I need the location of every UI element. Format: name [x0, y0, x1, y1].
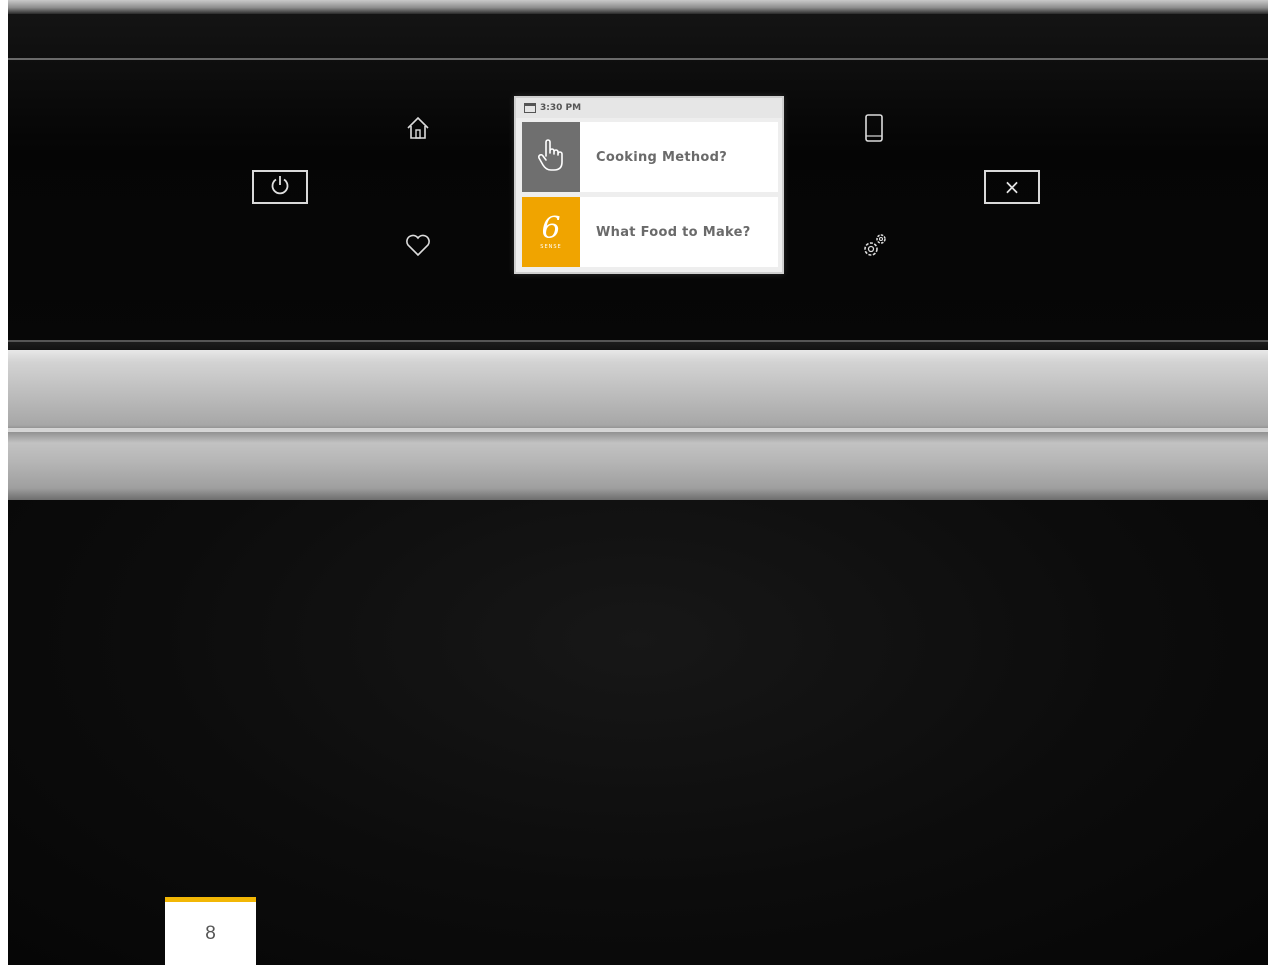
heart-icon	[404, 232, 432, 262]
sixth-sense-icon: 6 SENSE	[522, 197, 580, 267]
sixth-sense-number: 6	[541, 210, 561, 246]
display-status-bar: 3:30 PM	[516, 98, 782, 118]
oven: 3:30 PM Cooking Method? 6 SENSE What Foo…	[8, 0, 1268, 965]
settings-button[interactable]	[859, 230, 889, 264]
cooking-method-tile	[522, 122, 580, 192]
sixth-sense-word: SENSE	[540, 243, 562, 250]
panel-divider-top	[8, 58, 1268, 60]
page-number-badge: 8	[165, 897, 256, 965]
calendar-icon	[524, 103, 536, 113]
home-icon	[404, 114, 432, 146]
menu-item-label: What Food to Make?	[596, 224, 751, 240]
handle-groove	[8, 428, 1268, 432]
menu-item-what-food[interactable]: 6 SENSE What Food to Make?	[522, 197, 778, 267]
cancel-button[interactable]: ×	[984, 170, 1040, 204]
touch-display: 3:30 PM Cooking Method? 6 SENSE What Foo…	[514, 96, 784, 274]
hand-pointer-icon	[534, 136, 568, 178]
home-button[interactable]	[403, 115, 433, 145]
menu-item-cooking-method[interactable]: Cooking Method?	[522, 122, 778, 192]
power-button[interactable]	[252, 170, 308, 204]
door-handle[interactable]	[8, 350, 1268, 500]
page-number: 8	[205, 922, 216, 944]
favorites-button[interactable]	[403, 232, 433, 262]
phone-icon	[864, 113, 884, 147]
gear-icon	[859, 229, 889, 265]
oven-top-trim	[8, 0, 1268, 14]
oven-door-glass	[8, 500, 1268, 965]
mobile-connect-button[interactable]	[859, 113, 889, 147]
menu-item-label: Cooking Method?	[596, 149, 728, 165]
power-icon	[269, 174, 291, 200]
display-clock: 3:30 PM	[540, 103, 582, 113]
close-icon: ×	[1003, 175, 1021, 199]
